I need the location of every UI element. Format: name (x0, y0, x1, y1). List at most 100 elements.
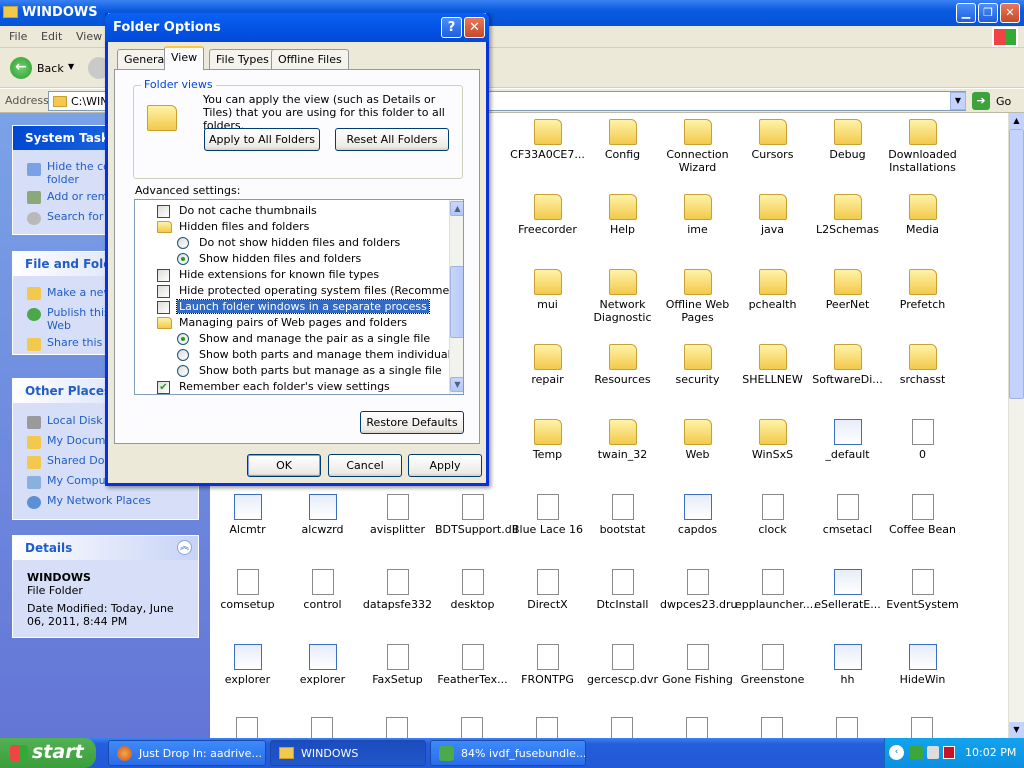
file-item[interactable]: HideWin (885, 644, 960, 686)
ok-button[interactable]: OK (247, 454, 321, 477)
setting-checkbox[interactable] (157, 269, 170, 282)
place-my-network[interactable]: My Network Places (47, 494, 151, 507)
apply-to-all-folders-button[interactable]: Apply to All Folders (204, 128, 320, 151)
close-button[interactable]: ✕ (1000, 3, 1020, 23)
setting-row[interactable]: Do not cache thumbnails (135, 203, 447, 219)
task-search[interactable]: Search for f (47, 210, 111, 223)
maximize-button[interactable]: ❐ (978, 3, 998, 23)
file-item[interactable]: Downloaded Installations (885, 119, 960, 174)
apply-button[interactable]: Apply (408, 454, 482, 477)
task-publish-2[interactable]: Web (47, 319, 71, 332)
restore-defaults-button[interactable]: Restore Defaults (360, 411, 464, 434)
file-item[interactable]: Resources (585, 344, 660, 386)
file-item[interactable]: _default (810, 419, 885, 461)
file-item[interactable]: CF33A0CE7... (510, 119, 585, 161)
file-item[interactable]: datapsfe332 (360, 569, 435, 611)
settings-scrollbar[interactable]: ▲ ▼ (449, 200, 463, 394)
place-my-computer[interactable]: My Comput (47, 474, 110, 487)
file-item[interactable]: Help (585, 194, 660, 236)
taskbar-firefox[interactable]: Just Drop In: aadrive... (108, 740, 266, 766)
file-item[interactable]: bootstat (585, 494, 660, 536)
tab-view[interactable]: View (164, 46, 205, 70)
scroll-up-icon[interactable]: ▲ (450, 201, 463, 216)
file-item[interactable]: DtcInstall (585, 569, 660, 611)
file-item[interactable]: FRONTPG (510, 644, 585, 686)
vertical-scrollbar[interactable]: ▲ ▼ (1008, 113, 1024, 738)
file-item[interactable]: epplauncher.... (735, 569, 817, 611)
file-item[interactable]: twain_32 (585, 419, 660, 461)
file-item[interactable]: BDTSupport.dll (435, 494, 518, 536)
setting-checkbox[interactable]: ✔ (157, 381, 170, 394)
setting-radio[interactable] (177, 253, 189, 265)
file-item[interactable]: Freecorder (510, 194, 585, 236)
scroll-up-icon[interactable]: ▲ (1009, 113, 1024, 129)
dialog-close-button[interactable]: ✕ (464, 17, 485, 38)
setting-radio[interactable] (177, 349, 189, 361)
file-item[interactable]: java (735, 194, 810, 236)
file-item[interactable]: control (285, 569, 360, 611)
dialog-titlebar[interactable]: Folder Options ? ✕ (105, 13, 489, 42)
collapse-icon[interactable]: ︽ (177, 540, 192, 555)
setting-row[interactable]: Managing pairs of Web pages and folders (135, 315, 447, 331)
cancel-button[interactable]: Cancel (328, 454, 402, 477)
setting-radio[interactable] (177, 333, 189, 345)
file-item[interactable]: capdos (660, 494, 735, 536)
task-hide-contents[interactable]: Hide the co (47, 160, 110, 173)
file-item[interactable]: alcwzrd (285, 494, 360, 536)
tray-expand-icon[interactable]: ‹ (889, 745, 904, 760)
setting-row[interactable]: Show both parts and manage them individu… (135, 347, 460, 363)
file-item[interactable]: FeatherTex... (435, 644, 510, 686)
file-item[interactable]: SHELLNEW (735, 344, 810, 386)
file-item[interactable]: FaxSetup (360, 644, 435, 686)
menu-edit[interactable]: Edit (41, 30, 62, 43)
network-icon[interactable] (909, 746, 923, 759)
file-item[interactable]: Coffee Bean (885, 494, 960, 536)
file-item[interactable]: L2Schemas (810, 194, 885, 236)
setting-checkbox[interactable] (157, 301, 170, 314)
file-item[interactable]: Media (885, 194, 960, 236)
task-make-new[interactable]: Make a new (47, 286, 112, 299)
place-local-disk[interactable]: Local Disk ( (47, 414, 110, 427)
file-item[interactable]: cmsetacl (810, 494, 885, 536)
file-item[interactable]: EventSystem (885, 569, 960, 611)
setting-row[interactable]: Hide protected operating system files (R… (135, 283, 463, 299)
file-item[interactable]: hh (810, 644, 885, 686)
start-button[interactable]: start (0, 738, 96, 768)
back-arrow-icon[interactable]: ← (10, 57, 32, 79)
advanced-settings-list[interactable]: Do not cache thumbnails Hidden files and … (134, 199, 464, 395)
setting-row[interactable]: Hidden files and folders (135, 219, 447, 235)
file-item[interactable]: mui (510, 269, 585, 311)
place-my-documents[interactable]: My Docume (47, 434, 112, 447)
setting-radio[interactable] (177, 365, 189, 377)
address-dropdown-icon[interactable]: ▼ (950, 92, 966, 110)
clock[interactable]: 10:02 PM (965, 746, 1016, 759)
file-item[interactable]: Network Diagnostic (585, 269, 660, 324)
task-share[interactable]: Share this f (47, 336, 110, 349)
taskbar-download[interactable]: 84% ivdf_fusebundle... (430, 740, 586, 766)
setting-row[interactable]: Show both parts but manage as a single f… (135, 363, 447, 379)
file-item[interactable]: security (660, 344, 735, 386)
file-item[interactable]: PeerNet (810, 269, 885, 311)
file-item[interactable]: Alcmtr (210, 494, 285, 536)
file-item[interactable]: clock (735, 494, 810, 536)
file-item[interactable]: gercescp.dvr (585, 644, 660, 686)
back-button[interactable]: Back (37, 62, 64, 75)
file-item[interactable]: comsetup (210, 569, 285, 611)
task-hide-contents-2[interactable]: folder (47, 173, 79, 186)
file-item[interactable]: Web (660, 419, 735, 461)
file-item[interactable]: explorer (285, 644, 360, 686)
minimize-button[interactable]: ▁ (956, 3, 976, 23)
task-publish[interactable]: Publish this (47, 306, 110, 319)
file-item[interactable]: avisplitter (360, 494, 435, 536)
file-item[interactable]: Blue Lace 16 (510, 494, 585, 536)
file-item[interactable]: Greenstone (735, 644, 810, 686)
file-item[interactable]: Gone Fishing (660, 644, 735, 686)
taskbar-windows[interactable]: WINDOWS (270, 740, 426, 766)
file-item[interactable]: explorer (210, 644, 285, 686)
file-item[interactable]: DirectX (510, 569, 585, 611)
file-item[interactable]: Debug (810, 119, 885, 161)
place-shared-documents[interactable]: Shared Doc (47, 454, 110, 467)
go-button[interactable]: Go (996, 95, 1011, 108)
file-item[interactable]: ime (660, 194, 735, 236)
file-item[interactable]: desktop (435, 569, 510, 611)
